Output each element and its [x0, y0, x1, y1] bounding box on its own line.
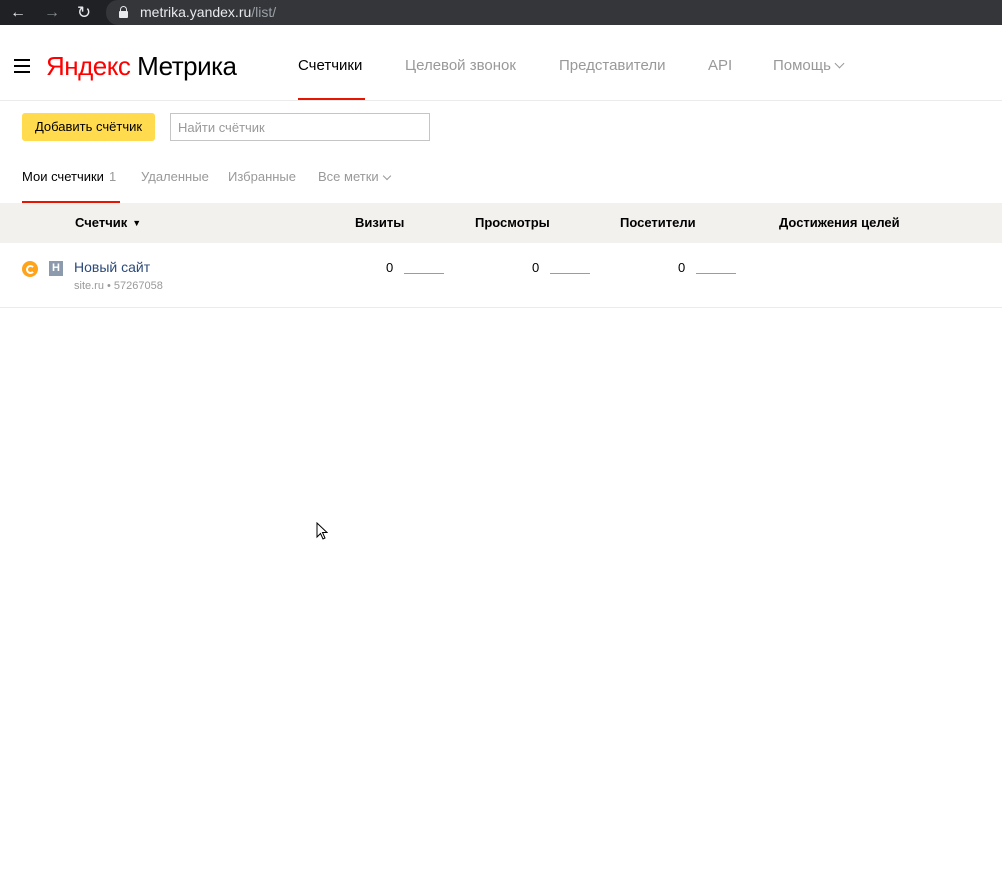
views-sparkline: [550, 273, 590, 274]
counter-status-icon: [22, 261, 38, 277]
browser-toolbar: ← → ↻ metrika.yandex.ru/list/: [0, 0, 1002, 25]
subtab-my-counters[interactable]: Мои счетчики 1: [22, 169, 116, 184]
table-header: Счетчик ▼ Визиты Просмотры Посетители Дос…: [0, 203, 1002, 243]
subtab-favorites[interactable]: Избранные: [228, 169, 296, 184]
column-counter[interactable]: Счетчик ▼: [75, 215, 141, 230]
tab-api[interactable]: API: [708, 57, 732, 74]
logo-yandex: Яндекс: [46, 51, 131, 81]
forward-arrow-icon[interactable]: →: [42, 3, 62, 23]
column-views[interactable]: Просмотры: [475, 215, 550, 230]
back-arrow-icon[interactable]: ←: [8, 3, 28, 23]
add-counter-button[interactable]: Добавить счётчик: [22, 113, 155, 141]
tab-help-label: Помощь: [773, 57, 831, 74]
subtab-my-counters-label: Мои счетчики: [22, 169, 104, 184]
subtab-deleted[interactable]: Удаленные: [141, 169, 209, 184]
visitors-sparkline: [696, 273, 736, 274]
url-path: /list/: [251, 4, 277, 20]
chevron-down-icon: [382, 171, 391, 181]
subtab-all-tags[interactable]: Все метки: [318, 169, 391, 184]
menu-icon[interactable]: [14, 59, 30, 73]
views-value: 0: [532, 260, 540, 275]
tab-help[interactable]: Помощь: [773, 57, 845, 74]
chevron-down-icon: [834, 58, 845, 69]
counter-meta: site.ru • 57267058: [74, 280, 163, 292]
search-counter-input[interactable]: [170, 113, 430, 141]
table-row[interactable]: Н Новый сайт site.ru • 57267058 0 0 0: [0, 243, 1002, 308]
visitors-value: 0: [678, 260, 686, 275]
logo-metrika: Метрика: [130, 51, 237, 81]
mouse-cursor-icon: [316, 522, 328, 540]
column-goals[interactable]: Достижения целей: [779, 215, 900, 230]
subtab-all-tags-label: Все метки: [318, 169, 379, 184]
visits-value: 0: [386, 260, 394, 275]
visits-sparkline: [404, 273, 444, 274]
counter-type-icon: Н: [49, 261, 63, 276]
tab-counters[interactable]: Счетчики: [298, 57, 362, 74]
active-tab-indicator: [298, 98, 365, 100]
column-visitors[interactable]: Посетители: [620, 215, 696, 230]
url-host: metrika.yandex.ru: [140, 4, 252, 20]
address-url[interactable]: metrika.yandex.ru/list/: [140, 4, 276, 20]
column-counter-label: Счетчик: [75, 215, 128, 230]
reload-icon[interactable]: ↻: [74, 3, 94, 23]
app-header: Яндекс Метрика Счетчики Целевой звонок П…: [0, 32, 1002, 101]
counter-name-link[interactable]: Новый сайт: [74, 259, 150, 275]
lock-icon: [119, 6, 128, 18]
yandex-metrika-logo[interactable]: Яндекс Метрика: [46, 51, 237, 82]
counters-count: 1: [108, 169, 117, 184]
tab-target-call[interactable]: Целевой звонок: [405, 57, 516, 74]
tab-representatives[interactable]: Представители: [559, 57, 665, 74]
column-visits[interactable]: Визиты: [355, 215, 404, 230]
sort-desc-icon: ▼: [132, 218, 142, 228]
